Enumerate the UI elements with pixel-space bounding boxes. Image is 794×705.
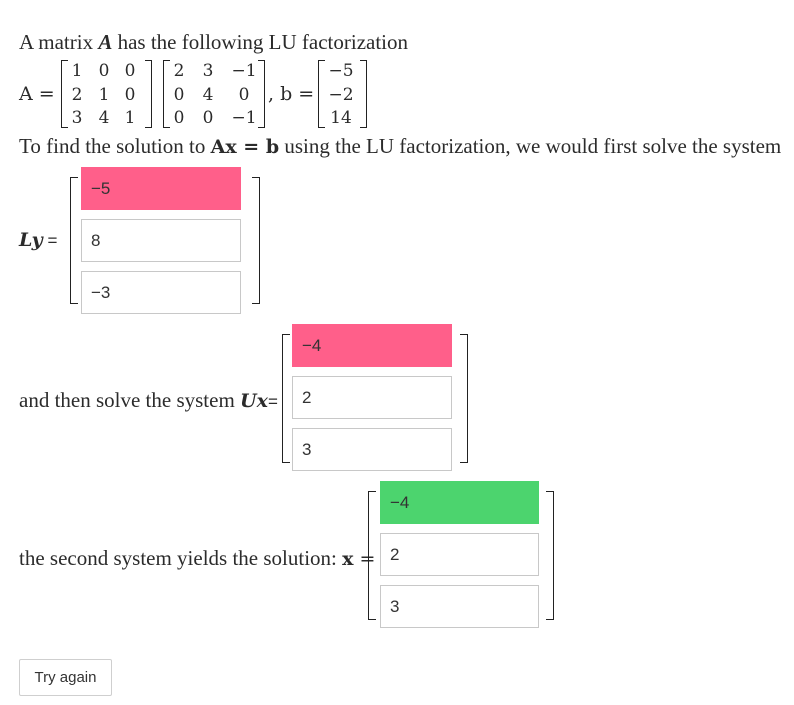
l-cell: 1: [98, 85, 110, 105]
solution-left-bracket: [368, 491, 376, 620]
ly-label-eq: =: [47, 231, 58, 250]
intro-var: A: [98, 30, 113, 54]
ly-label-var: Ly: [19, 229, 43, 251]
solution-label: the second system yields the solution: x…: [19, 546, 375, 571]
u-cell: 2: [173, 61, 185, 81]
ly-label: Ly =: [19, 229, 57, 252]
l-cell: 2: [71, 85, 83, 105]
ux-input-1[interactable]: −4: [292, 324, 452, 367]
u-cell: 0: [238, 85, 250, 105]
u-cell: 0: [173, 108, 185, 128]
solution-input-2[interactable]: 2: [380, 533, 539, 576]
b-cell: −5: [328, 61, 354, 81]
u-cell: −1: [231, 61, 257, 81]
ux-label-var: Ux: [240, 390, 268, 412]
intro-prefix: A matrix: [19, 30, 99, 54]
find-text: To find the solution to Ax = b using the…: [19, 134, 781, 159]
l-cell: 3: [71, 108, 83, 128]
l-cell: 0: [98, 61, 110, 81]
solution-label-var: x: [342, 548, 354, 570]
ly-input-2[interactable]: 8: [81, 219, 241, 262]
ly-input-1[interactable]: −5: [81, 167, 241, 210]
u-cell: 0: [173, 85, 185, 105]
l-cell: 4: [98, 108, 110, 128]
ux-label-eq: =: [267, 392, 278, 411]
l-cell: 1: [71, 61, 83, 81]
intro-text: A matrix A has the following LU factoriz…: [19, 30, 408, 55]
ux-input-3[interactable]: 3: [292, 428, 452, 471]
u-cell: 4: [202, 85, 214, 105]
ux-left-bracket: [282, 334, 290, 463]
l-cell: 0: [124, 85, 136, 105]
intro-suffix: has the following LU factorization: [112, 30, 409, 54]
ly-input-3[interactable]: −3: [81, 271, 241, 314]
solution-input-3[interactable]: 3: [380, 585, 539, 628]
ly-right-bracket: [252, 177, 260, 304]
find-suffix: using the LU factorization, we would fir…: [279, 134, 782, 158]
ux-right-bracket: [460, 334, 468, 463]
b-label: , b =: [268, 83, 315, 105]
b-cell: −2: [328, 85, 354, 105]
u-cell: 0: [202, 108, 214, 128]
ux-input-2[interactable]: 2: [292, 376, 452, 419]
solution-label-prefix: the second system yields the solution:: [19, 546, 343, 570]
u-cell: −1: [231, 108, 257, 128]
l-cell: 1: [124, 108, 136, 128]
find-equation: Ax = b: [210, 136, 280, 158]
u-cell: 3: [202, 61, 214, 81]
ux-label: and then solve the system Ux=: [19, 388, 278, 413]
ux-label-prefix: and then solve the system: [19, 388, 241, 412]
solution-right-bracket: [546, 491, 554, 620]
a-label: A =: [19, 83, 55, 105]
l-cell: 0: [124, 61, 136, 81]
find-prefix: To find the solution to: [19, 134, 211, 158]
ly-left-bracket: [70, 177, 78, 304]
solution-input-1[interactable]: −4: [380, 481, 539, 524]
b-cell: 14: [330, 108, 352, 128]
try-again-button[interactable]: Try again: [19, 659, 112, 696]
